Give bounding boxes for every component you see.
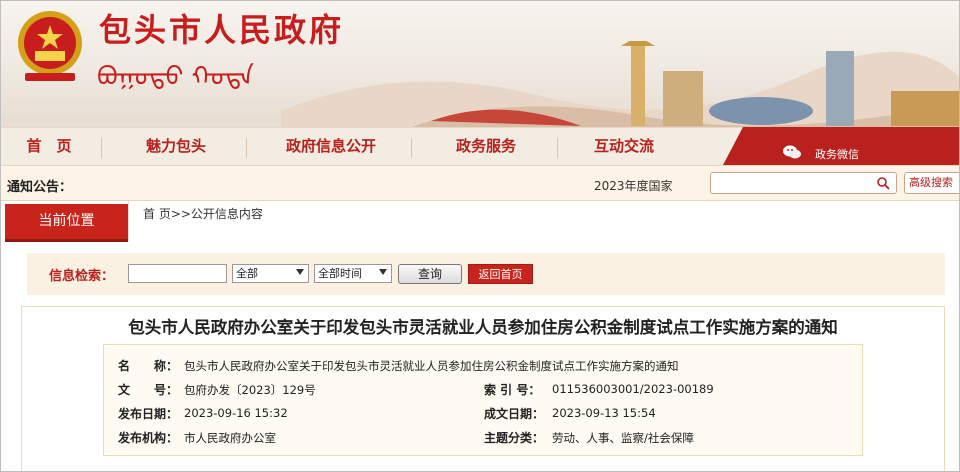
meta-pubdate-value: 2023-09-16 15:32 xyxy=(184,406,288,420)
meta-org-value: 市人民政府办公室 xyxy=(184,431,276,445)
page-frame: 包头市人民政府 ᠪᠤᠭᠤᠲᠤ ᠬᠣᠲᠠ 首 页 魅力包头 政府信息公开 政务服务… xyxy=(0,0,960,472)
advanced-search-button[interactable]: 高级搜索 xyxy=(904,172,959,194)
chevron-down-icon xyxy=(296,269,304,275)
meta-pubdate-label: 发布日期： xyxy=(118,407,179,421)
meta-docno-label: 文 号： xyxy=(118,383,179,397)
meta-org-label: 发布机构： xyxy=(118,431,179,445)
nav-item-gov-info[interactable]: 政府信息公开 xyxy=(271,128,391,166)
back-home-button[interactable]: 返回首页 xyxy=(468,264,533,284)
site-search-input[interactable] xyxy=(710,172,897,194)
info-search-label: 信息检索： xyxy=(49,269,115,284)
notice-label: 通知公告： xyxy=(7,180,73,195)
wechat-label[interactable]: 政务微信 xyxy=(815,146,859,162)
meta-name-label: 名 称： xyxy=(118,359,179,373)
nav-item-charm-baotou[interactable]: 魅力包头 xyxy=(131,128,221,166)
meta-topic-value: 劳动、人事、监察/社会保障 xyxy=(552,431,694,445)
nav-item-gov-services[interactable]: 政务服务 xyxy=(441,128,531,166)
meta-createdate-label: 成文日期： xyxy=(484,407,545,421)
article-title: 包头市人民政府办公室关于印发包头市灵活就业人员参加住房公积金制度试点工作实施方案… xyxy=(128,318,838,337)
nav-item-home[interactable]: 首 页 xyxy=(19,128,79,166)
category-select-value: 全部 xyxy=(236,267,258,280)
site-title: 包头市人民政府 xyxy=(99,11,345,49)
national-emblem-logo xyxy=(18,11,82,81)
nav-divider xyxy=(557,138,558,158)
header-banner: 包头市人民政府 ᠪᠤᠭᠤᠲᠤ ᠬᠣᠲᠠ xyxy=(1,1,959,127)
current-position-tag: 当前位置 xyxy=(5,204,128,242)
breadcrumb[interactable]: 首 页>>公开信息内容 xyxy=(143,205,263,222)
nav-divider xyxy=(411,138,412,158)
query-button[interactable]: 查询 xyxy=(398,264,462,284)
meta-docno-value: 包府办发〔2023〕129号 xyxy=(184,383,316,397)
meta-index-value: 011536003001/2023-00189 xyxy=(552,382,714,396)
notice-marquee-text[interactable]: 2023年度国家 xyxy=(594,177,672,194)
chevron-down-icon xyxy=(379,269,387,275)
time-select[interactable]: 全部时间 xyxy=(314,264,392,283)
nav-divider xyxy=(101,138,102,158)
category-select[interactable]: 全部 xyxy=(232,264,309,283)
nav-divider xyxy=(246,138,247,158)
position-divider xyxy=(128,201,129,241)
meta-index-label: 索 引 号： xyxy=(484,383,541,397)
time-select-value: 全部时间 xyxy=(318,267,362,280)
info-search-input[interactable] xyxy=(128,264,227,283)
meta-topic-label: 主题分类： xyxy=(484,431,545,445)
meta-createdate-value: 2023-09-13 15:54 xyxy=(552,406,656,420)
city-skyline-illustration xyxy=(281,41,959,127)
wechat-icon xyxy=(783,145,801,159)
search-icon[interactable] xyxy=(876,176,890,190)
site-subtitle-mongolian: ᠪᠤᠭᠤᠲᠤ ᠬᠣᠲᠠ xyxy=(97,62,255,92)
meta-name-value: 包头市人民政府办公室关于印发包头市灵活就业人员参加住房公积金制度试点工作实施方案… xyxy=(184,359,679,373)
nav-item-interaction[interactable]: 互动交流 xyxy=(579,128,669,166)
